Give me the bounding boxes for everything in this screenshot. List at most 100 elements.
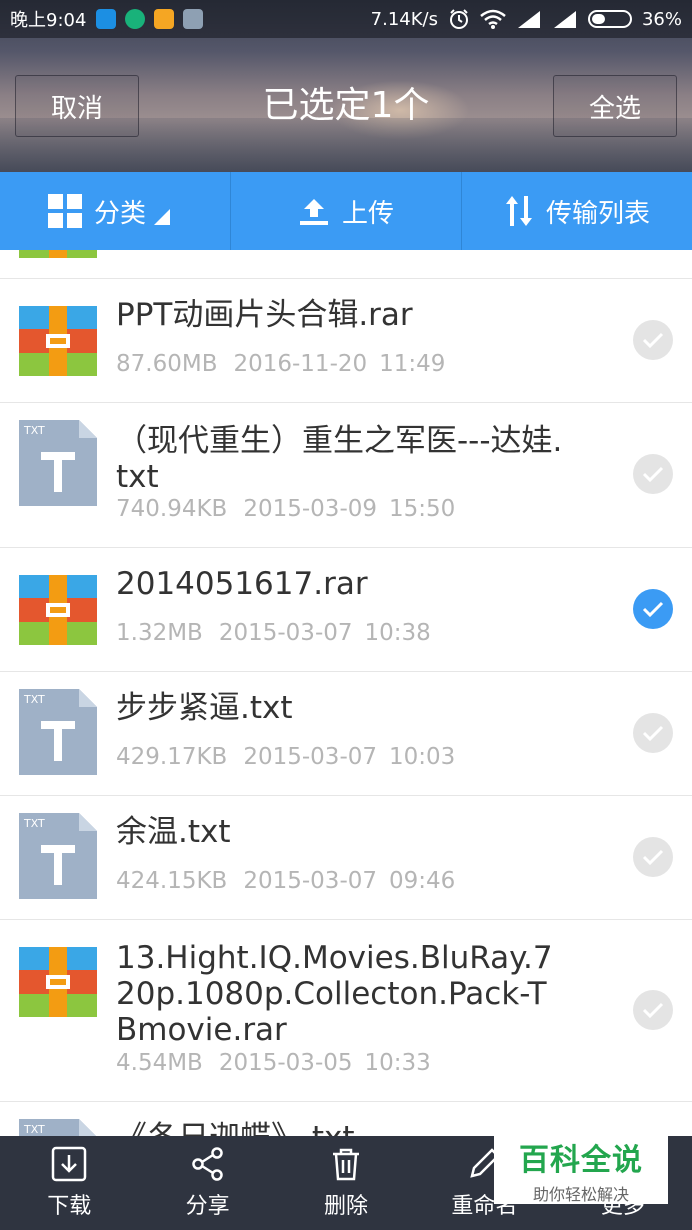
file-meta: 1.32MB 2015-03-07 10:38 [116, 620, 431, 646]
wechat-mini-icon [125, 9, 146, 29]
battery-fill [591, 14, 605, 24]
file-name: 《冬日迦蝶》.txt [116, 1120, 566, 1136]
selection-header: 取消 已选定1个 全选 [0, 38, 692, 172]
checkmark-icon [642, 332, 664, 349]
file-date: 2015-03-07 [243, 868, 378, 894]
wifi-icon [480, 9, 506, 29]
select-checkbox[interactable] [633, 713, 673, 753]
checkmark-icon [642, 466, 664, 483]
file-time: 10:38 [364, 620, 431, 646]
battery-percent: 36% [641, 8, 682, 30]
transfer-list-label: 传输列表 [545, 198, 650, 229]
rar-file-icon [19, 947, 97, 1021]
select-checkbox[interactable] [633, 837, 673, 877]
share-label: 分享 [185, 1194, 230, 1219]
file-date: 2016-11-20 [233, 351, 368, 377]
file-meta: 424.15KB 2015-03-07 09:46 [116, 868, 455, 894]
file-name: 余温.txt [116, 814, 231, 850]
checkmark-icon [642, 725, 664, 742]
file-row[interactable]: TXT （现代重生）重生之军医---达娃.txt 740.94KB 2015-03-0… [0, 403, 692, 548]
file-time: 11:49 [379, 351, 446, 377]
download-button[interactable]: 下载 [0, 1136, 138, 1230]
svg-text:TXT: TXT [23, 424, 45, 437]
txt-file-icon: TXT [19, 813, 97, 899]
page-title: 已选定1个 [262, 85, 430, 126]
game-icon [154, 9, 175, 29]
delete-button[interactable]: 删除 [277, 1136, 415, 1230]
file-size: 1.32MB [116, 620, 203, 646]
alarm-icon [449, 9, 468, 29]
file-date: 2015-03-09 [243, 496, 378, 522]
file-date: 2015-03-05 [218, 1050, 353, 1076]
rar-file-icon [19, 306, 97, 380]
status-bar: 晚上9:04 7.14K/s 36% [0, 0, 692, 38]
rar-file-icon [19, 575, 97, 645]
file-date: 2015-03-07 [218, 620, 353, 646]
file-name: PPT动画片头合辑.rar [116, 297, 413, 333]
trash-icon [333, 1148, 360, 1181]
file-meta: 740.94KB 2015-03-09 15:50 [116, 496, 455, 522]
file-time: 10:03 [389, 744, 456, 770]
share-button[interactable]: 分享 [138, 1136, 276, 1230]
select-checkbox[interactable] [633, 320, 673, 360]
checkmark-icon [642, 601, 664, 618]
category-label: 分类 [93, 198, 146, 229]
watermark-logo: 百科全说 助你轻松解决 [494, 1136, 668, 1204]
file-row[interactable]: TXT 《冬日迦蝶》.txt [0, 1102, 692, 1136]
watermark-title: 百科全说 [519, 1143, 643, 1178]
file-size: 740.94KB [116, 496, 228, 522]
file-meta: 429.17KB 2015-03-07 10:03 [116, 744, 455, 770]
file-list: PPT动画片头合辑.rar 87.60MB 2016-11-20 11:49 TXT （现… [0, 250, 692, 1136]
select-checkbox[interactable] [633, 589, 673, 629]
download-icon [51, 1146, 87, 1182]
txt-file-icon: TXT [19, 1119, 97, 1136]
alipay-icon [96, 9, 117, 29]
file-meta: 4.54MB 2015-03-05 10:33 [116, 1050, 431, 1076]
upload-button[interactable]: 上传 [231, 172, 462, 250]
select-checkbox[interactable] [633, 454, 673, 494]
list-item-partial[interactable] [0, 250, 692, 279]
signal-icon-2 [553, 11, 576, 28]
file-meta: 87.60MB 2016-11-20 11:49 [116, 351, 445, 377]
transfer-arrows-icon [505, 196, 532, 226]
file-date: 2015-03-07 [243, 744, 378, 770]
select-all-button[interactable]: 全选 [553, 75, 677, 137]
network-speed: 7.14K/s [370, 8, 438, 30]
txt-file-icon: TXT [19, 813, 97, 903]
delete-label: 删除 [324, 1194, 369, 1219]
file-time: 15:50 [389, 496, 456, 522]
checkmark-icon [642, 849, 664, 866]
rar-file-icon [19, 250, 97, 258]
svg-text:TXT: TXT [23, 817, 45, 830]
category-button[interactable]: 分类 [0, 172, 231, 250]
battery-icon [587, 10, 632, 28]
grid-icon [47, 194, 82, 228]
file-row[interactable]: TXT 余温.txt 424.15KB 2015-03-07 09:46 [0, 796, 692, 920]
select-checkbox[interactable] [633, 990, 673, 1030]
checkmark-icon [642, 1002, 664, 1019]
file-row[interactable]: 2014051617.rar 1.32MB 2015-03-07 10:38 [0, 548, 692, 672]
file-size: 429.17KB [116, 744, 228, 770]
signal-icon-1 [517, 11, 540, 28]
rar-file-icon [19, 306, 97, 376]
upload-label: 上传 [341, 198, 394, 229]
svg-text:TXT: TXT [23, 693, 45, 706]
file-time: 09:46 [389, 868, 456, 894]
file-time: 10:33 [364, 1050, 431, 1076]
status-time: 晚上9:04 [10, 10, 87, 31]
watermark-subtitle: 助你轻松解决 [532, 1185, 629, 1204]
file-row[interactable]: TXT 步步紧逼.txt 429.17KB 2015-03-07 10:03 [0, 672, 692, 796]
toolbar: 分类 上传 传输列表 [0, 172, 692, 250]
message-icon [183, 9, 204, 29]
txt-file-icon: TXT [19, 420, 97, 506]
txt-file-icon: TXT [19, 689, 97, 779]
file-size: 424.15KB [116, 868, 228, 894]
cancel-button[interactable]: 取消 [15, 75, 139, 137]
dropdown-triangle-icon [154, 209, 170, 225]
rar-file-icon [19, 947, 97, 1017]
file-row[interactable]: PPT动画片头合辑.rar 87.60MB 2016-11-20 11:49 [0, 279, 692, 403]
txt-file-icon: TXT [19, 1119, 96, 1136]
file-row[interactable]: 13.Hight.IQ.Movies.BluRay.720p.1080p.Col… [0, 920, 692, 1102]
upload-icon [299, 199, 328, 225]
transfer-list-button[interactable]: 传输列表 [462, 172, 692, 250]
